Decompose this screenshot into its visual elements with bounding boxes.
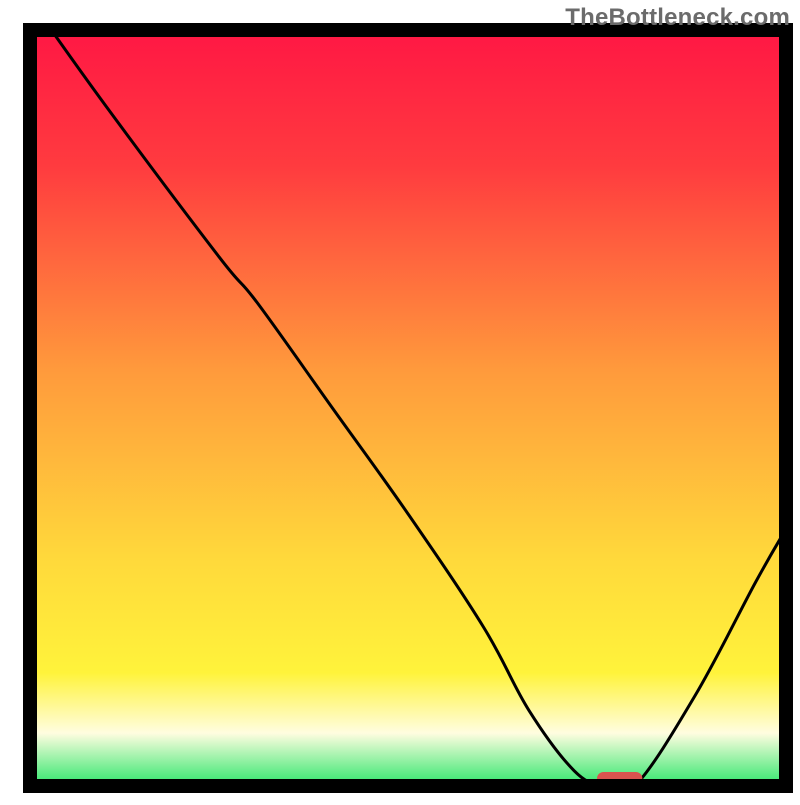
- chart-frame: TheBottleneck.com: [0, 0, 800, 800]
- bottleneck-chart: [0, 0, 800, 800]
- gradient-background: [30, 30, 786, 786]
- watermark-text: TheBottleneck.com: [565, 4, 790, 32]
